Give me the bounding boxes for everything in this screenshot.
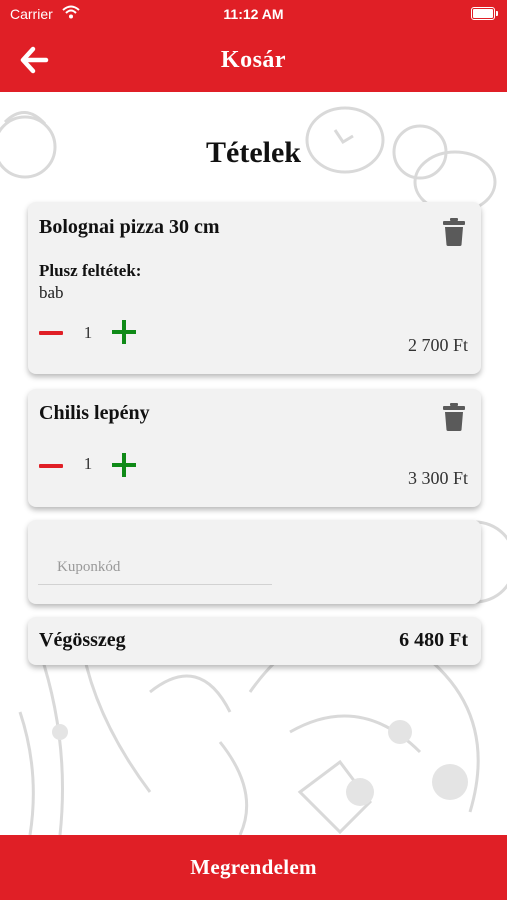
increase-quantity-button[interactable] [112, 452, 138, 478]
battery-icon [471, 7, 498, 20]
header-bar: Carrier 11:12 AM Kosár [0, 0, 507, 92]
status-bar: Carrier 11:12 AM [0, 0, 507, 28]
decrease-quantity-button[interactable] [39, 462, 65, 470]
item-price: 3 300 Ft [407, 468, 468, 488]
quantity-value: 1 [83, 323, 93, 342]
total-card: Végösszeg 6 480 Ft [28, 617, 481, 665]
trash-icon [443, 218, 465, 246]
cart-item-card: Chilis lepény 1 3 300 Ft [28, 389, 481, 507]
coupon-code-input[interactable] [38, 550, 272, 585]
trash-icon [443, 403, 465, 431]
extras-value: bab [39, 283, 64, 302]
page-title: Kosár [220, 47, 287, 73]
coupon-card [28, 520, 481, 604]
total-label: Végösszeg [39, 629, 126, 651]
place-order-label: Megrendelem [190, 855, 317, 879]
cart-item-card: Bolognai pizza 30 cm Plusz feltétek: bab… [28, 202, 481, 374]
clock: 11:12 AM [223, 6, 284, 22]
item-name: Chilis lepény [39, 402, 150, 424]
quantity-value: 1 [83, 454, 93, 473]
items-section-title: Tételek [206, 136, 301, 169]
delete-item-button[interactable] [443, 403, 465, 431]
delete-item-button[interactable] [443, 218, 465, 246]
item-name: Bolognai pizza 30 cm [39, 216, 220, 238]
main-content: Tételek Bolognai pizza 30 cm Plusz felté… [0, 92, 507, 835]
place-order-button[interactable]: Megrendelem [0, 835, 507, 900]
item-price: 2 700 Ft [407, 335, 468, 355]
extras-label: Plusz feltétek: [39, 261, 142, 280]
increase-quantity-button[interactable] [112, 319, 138, 345]
total-value: 6 480 Ft [399, 629, 468, 651]
decrease-quantity-button[interactable] [39, 329, 65, 337]
